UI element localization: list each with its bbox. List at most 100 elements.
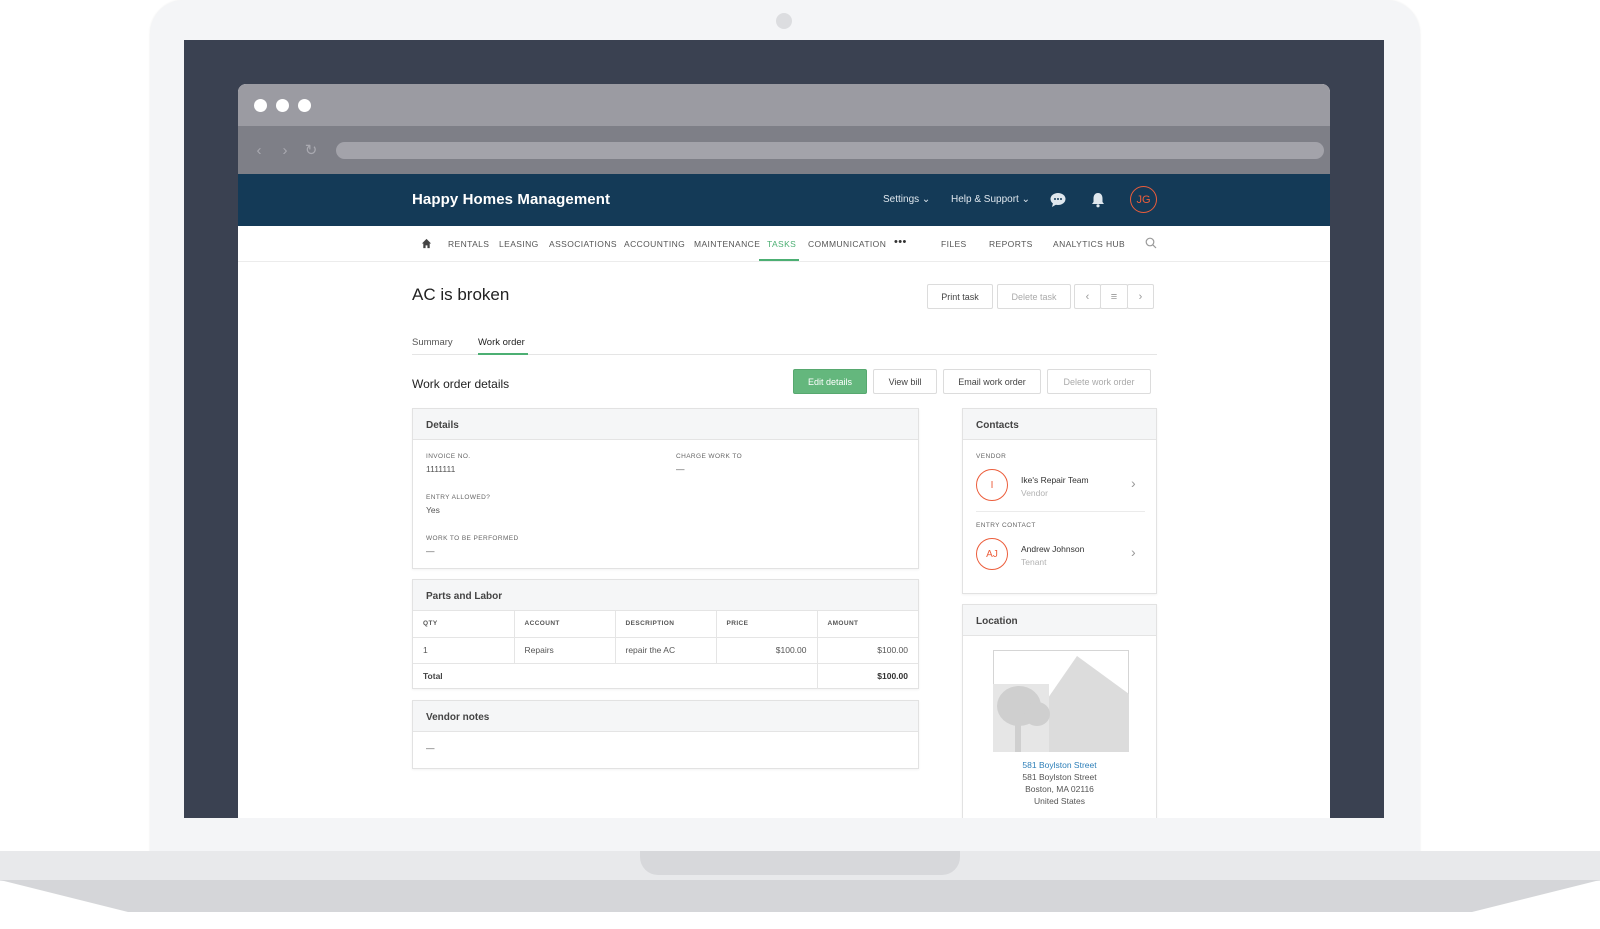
user-avatar[interactable]: JG	[1130, 186, 1157, 213]
list-icon[interactable]: ≡	[1100, 284, 1128, 309]
edit-details-button[interactable]: Edit details	[793, 369, 867, 394]
reload-icon[interactable]: ↻	[304, 141, 318, 159]
next-icon[interactable]: ›	[1127, 284, 1154, 309]
parts-labor-table: QTY ACCOUNT DESCRIPTION PRICE AMOUNT 1 R…	[413, 611, 918, 689]
nav-communication[interactable]: COMMUNICATION	[808, 239, 886, 249]
location-address-link[interactable]: 581 Boylston Street	[963, 760, 1156, 770]
laptop-notch	[640, 851, 960, 875]
section-title: Work order details	[412, 377, 510, 391]
table-total-row: Total $100.00	[413, 663, 918, 689]
laptop-screen: ‹ › ↻ Happy Homes Management Settings ⌄ …	[184, 40, 1384, 818]
cell-price: $100.00	[716, 637, 818, 664]
more-menu-icon[interactable]: •••	[894, 236, 907, 248]
nav-reports[interactable]: REPORTS	[989, 239, 1033, 249]
charge-work-to-value: —	[676, 464, 685, 474]
details-card-header: Details	[413, 409, 918, 440]
window-maximize-dot[interactable]	[298, 98, 311, 112]
location-header: Location	[963, 605, 1156, 636]
entry-allowed-value: Yes	[426, 505, 440, 515]
column-qty: QTY	[413, 611, 515, 638]
location-street: 581 Boylston Street	[1022, 772, 1097, 782]
browser-titlebar	[238, 84, 1330, 126]
laptop-base-bottom	[0, 880, 1600, 912]
app-header: Happy Homes Management Settings ⌄ Help &…	[238, 174, 1330, 226]
vendor-label: VENDOR	[976, 453, 1007, 460]
charge-work-to-label: CHARGE WORK TO	[676, 453, 743, 460]
entry-allowed-label: ENTRY ALLOWED?	[426, 494, 491, 501]
main-nav: RENTALS LEASING ASSOCIATIONS ACCOUNTING …	[238, 226, 1330, 262]
details-card: Details INVOICE NO. 1111111 CHARGE WORK …	[412, 408, 919, 569]
invoice-label: INVOICE NO.	[426, 453, 471, 460]
forward-icon[interactable]: ›	[278, 142, 292, 159]
chat-icon[interactable]	[1048, 190, 1068, 210]
tab-work-order[interactable]: Work order	[478, 337, 525, 348]
cell-description: repair the AC	[615, 637, 717, 664]
vendor-name[interactable]: Ike's Repair Team	[1021, 475, 1089, 485]
column-amount: AMOUNT	[817, 611, 918, 638]
nav-files[interactable]: FILES	[941, 239, 967, 249]
invoice-value: 1111111	[426, 464, 456, 474]
browser-window: ‹ › ↻ Happy Homes Management Settings ⌄ …	[238, 84, 1330, 818]
tab-active-indicator	[478, 353, 528, 355]
property-placeholder-image	[993, 650, 1129, 752]
previous-icon[interactable]: ‹	[1074, 284, 1101, 309]
vendor-avatar[interactable]: I	[976, 469, 1008, 501]
column-account: ACCOUNT	[514, 611, 616, 638]
nav-maintenance[interactable]: MAINTENANCE	[694, 239, 760, 249]
delete-task-button[interactable]: Delete task	[997, 284, 1071, 309]
nav-associations[interactable]: ASSOCIATIONS	[549, 239, 617, 249]
nav-rentals[interactable]: RENTALS	[448, 239, 489, 249]
browser-toolbar: ‹ › ↻	[238, 126, 1330, 174]
vendor-role: Vendor	[1021, 488, 1048, 498]
nav-tasks[interactable]: TASKS	[767, 239, 796, 249]
help-support-menu[interactable]: Help & Support ⌄	[951, 194, 1030, 205]
nav-active-indicator	[759, 259, 799, 261]
settings-label: Settings	[883, 194, 920, 205]
contacts-header: Contacts	[963, 409, 1156, 440]
entry-contact-label: ENTRY CONTACT	[976, 522, 1036, 529]
nav-leasing[interactable]: LEASING	[499, 239, 539, 249]
back-icon[interactable]: ‹	[252, 142, 266, 159]
table-header-row: QTY ACCOUNT DESCRIPTION PRICE AMOUNT	[413, 611, 918, 638]
work-performed-value: —	[426, 546, 435, 556]
total-label: Total	[413, 663, 818, 689]
table-row: 1 Repairs repair the AC $100.00 $100.00	[413, 637, 918, 664]
contacts-divider	[976, 511, 1145, 512]
parts-labor-header: Parts and Labor	[413, 580, 918, 611]
chevron-right-icon[interactable]: ›	[1131, 544, 1136, 560]
tab-summary[interactable]: Summary	[412, 337, 453, 348]
email-work-order-button[interactable]: Email work order	[943, 369, 1041, 394]
view-bill-button[interactable]: View bill	[873, 369, 937, 394]
chevron-right-icon[interactable]: ›	[1131, 475, 1136, 491]
help-label: Help & Support	[951, 194, 1019, 205]
address-bar[interactable]	[336, 141, 1324, 159]
vendor-notes-card: Vendor notes —	[412, 700, 919, 769]
parts-labor-card: Parts and Labor QTY ACCOUNT DESCRIPTION …	[412, 579, 919, 689]
cell-qty: 1	[413, 637, 515, 664]
window-close-dot[interactable]	[254, 98, 267, 112]
location-country: United States	[1033, 796, 1086, 806]
nav-accounting[interactable]: ACCOUNTING	[624, 239, 685, 249]
entry-contact-avatar[interactable]: AJ	[976, 538, 1008, 570]
contacts-card: Contacts VENDOR I Ike's Repair Team Vend…	[962, 408, 1157, 594]
print-task-button[interactable]: Print task	[927, 284, 993, 309]
location-card: Location 581 Boylston Street 581 Boylsto…	[962, 604, 1157, 818]
nav-analytics-hub[interactable]: ANALYTICS HUB	[1053, 239, 1125, 249]
location-city: Boston, MA 02116	[1025, 784, 1094, 794]
column-price: PRICE	[716, 611, 818, 638]
column-description: DESCRIPTION	[615, 611, 717, 638]
bell-icon[interactable]	[1088, 190, 1108, 210]
entry-contact-name[interactable]: Andrew Johnson	[1021, 544, 1084, 554]
chevron-down-icon: ⌄	[1021, 194, 1030, 205]
work-performed-label: WORK TO BE PERFORMED	[426, 535, 519, 542]
total-value: $100.00	[877, 671, 908, 682]
search-icon[interactable]	[1145, 237, 1157, 249]
vendor-notes-value: —	[426, 743, 435, 753]
home-icon[interactable]	[421, 238, 432, 249]
brand-name[interactable]: Happy Homes Management	[412, 191, 610, 208]
delete-work-order-button[interactable]: Delete work order	[1047, 369, 1151, 394]
chevron-down-icon: ⌄	[921, 194, 931, 205]
window-minimize-dot[interactable]	[276, 98, 289, 112]
cell-amount: $100.00	[817, 637, 918, 664]
settings-menu[interactable]: Settings ⌄	[883, 194, 930, 205]
